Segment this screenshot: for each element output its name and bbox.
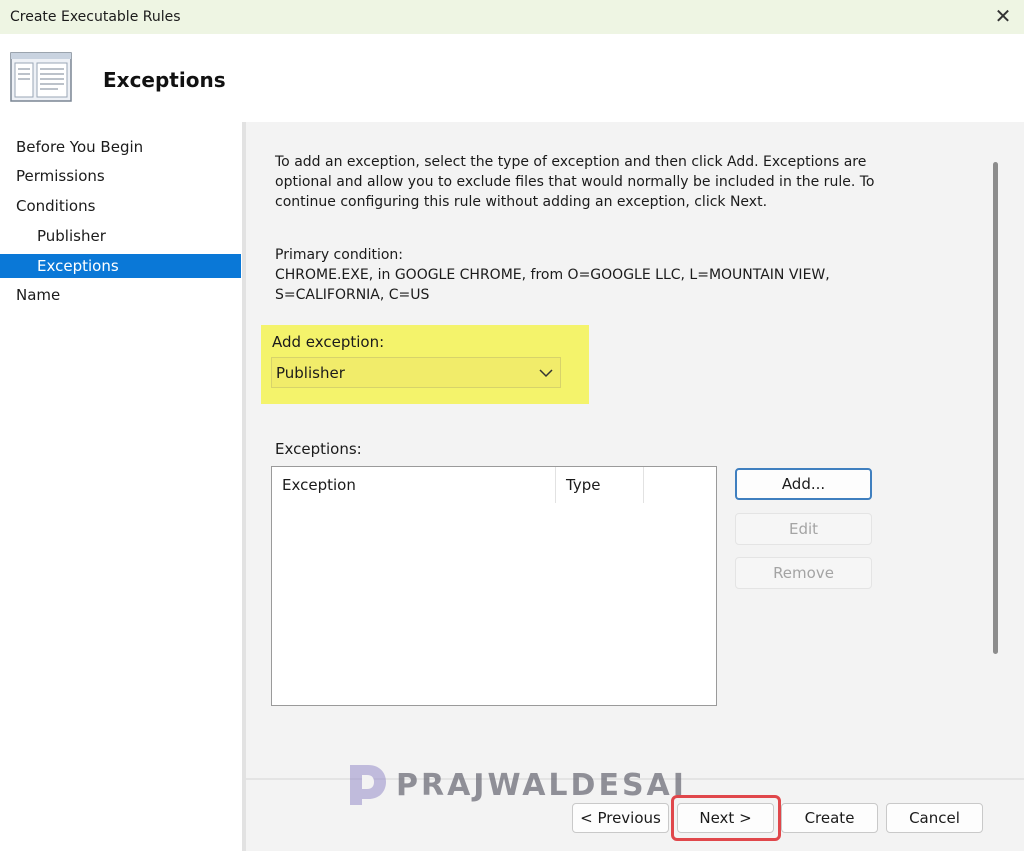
add-button[interactable]: Add... [735,468,872,500]
cancel-button[interactable]: Cancel [886,803,983,833]
wizard-page-icon [10,52,72,102]
title-bar: Create Executable Rules ✕ [0,0,1024,34]
page-title: Exceptions [103,68,226,92]
create-button[interactable]: Create [781,803,878,833]
add-exception-dropdown[interactable]: Publisher [271,357,561,388]
close-icon[interactable]: ✕ [992,4,1014,28]
remove-button[interactable]: Remove [735,557,872,589]
nav-item-before-you-begin[interactable]: Before You Begin [0,135,241,159]
nav-item-permissions[interactable]: Permissions [0,164,241,188]
nav-item-name[interactable]: Name [0,283,241,307]
intro-text: To add an exception, select the type of … [275,154,875,210]
page-header: Exceptions [0,34,1024,122]
chevron-down-icon [539,369,553,378]
nav-item-exceptions[interactable]: Exceptions [0,254,241,278]
nav-item-publisher[interactable]: Publisher [0,224,241,248]
add-exception-highlight: Add exception: Publisher [261,325,589,404]
primary-condition-label: Primary condition: [275,247,403,263]
next-button[interactable]: Next > [677,803,774,833]
edit-button[interactable]: Edit [735,513,872,545]
wizard-nav: Before You Begin Permissions Conditions … [0,122,242,851]
watermark-text: PRAJWALDESAI [396,767,687,803]
add-exception-label: Add exception: [272,333,385,351]
exceptions-list-label: Exceptions: [275,440,362,458]
exceptions-list[interactable]: Exception Type [271,466,717,706]
column-header-type[interactable]: Type [556,467,644,503]
vertical-scrollbar[interactable] [993,162,998,654]
watermark: PRAJWALDESAI [346,761,687,809]
content-pane: To add an exception, select the type of … [246,122,1024,778]
watermark-logo-icon [350,765,386,805]
dropdown-selected-value: Publisher [276,363,345,382]
window-title: Create Executable Rules [10,9,181,25]
primary-condition-value: CHROME.EXE, in GOOGLE CHROME, from O=GOO… [275,267,830,303]
list-header: Exception Type [272,467,716,503]
column-header-exception[interactable]: Exception [272,467,556,503]
primary-condition: Primary condition: CHROME.EXE, in GOOGLE… [275,245,915,305]
nav-item-conditions[interactable]: Conditions [0,194,241,218]
